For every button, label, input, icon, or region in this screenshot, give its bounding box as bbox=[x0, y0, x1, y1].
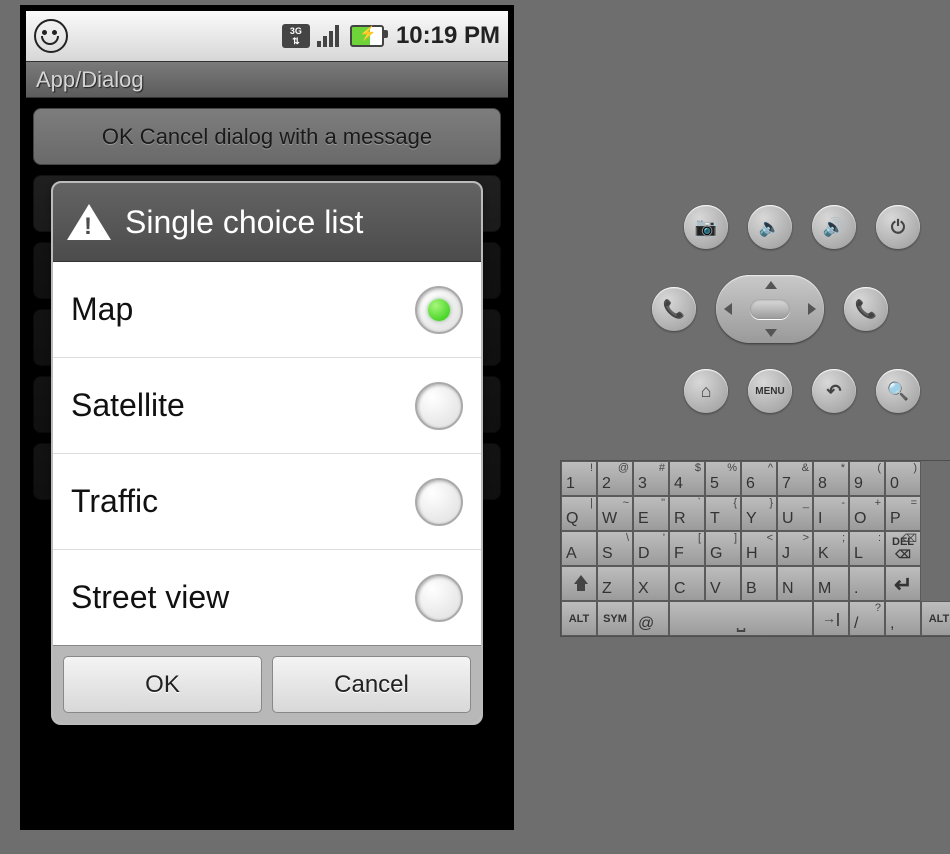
keyboard-key[interactable]: J> bbox=[777, 531, 813, 566]
end-call-button[interactable]: 📞 bbox=[844, 287, 888, 331]
back-button[interactable]: ↶ bbox=[812, 369, 856, 413]
dialog-option-list: Map Satellite Traffic Street view bbox=[53, 262, 481, 645]
keyboard-key[interactable]: L: bbox=[849, 531, 885, 566]
single-choice-dialog: Single choice list Map Satellite Traffic… bbox=[51, 181, 483, 725]
keyboard-key[interactable] bbox=[669, 601, 813, 636]
dialog-button-bar: OK Cancel bbox=[53, 645, 481, 723]
keyboard-key[interactable]: Y} bbox=[741, 496, 777, 531]
signal-icon bbox=[317, 25, 343, 47]
option-label: Satellite bbox=[71, 387, 185, 424]
volume-up-button[interactable]: 🔊 bbox=[812, 205, 856, 249]
keyboard-key[interactable]: ALT bbox=[561, 601, 597, 636]
activity-title: App/Dialog bbox=[26, 61, 508, 98]
emulator-control-cluster: 📷 🔈 🔊 ⏻ 📞 📞 ⌂ MENU ↶ 🔍 bbox=[620, 205, 920, 439]
keyboard-key[interactable]: 4$ bbox=[669, 461, 705, 496]
camera-button[interactable]: 📷 bbox=[684, 205, 728, 249]
network-3g-icon: 3G⇅ bbox=[282, 24, 310, 48]
keyboard-key[interactable]: S\ bbox=[597, 531, 633, 566]
keyboard-key[interactable]: A bbox=[561, 531, 597, 566]
dialog-option[interactable]: Traffic bbox=[53, 454, 481, 550]
keyboard-key[interactable]: E" bbox=[633, 496, 669, 531]
keyboard-key[interactable]: 2@ bbox=[597, 461, 633, 496]
keyboard-key[interactable]: O+ bbox=[849, 496, 885, 531]
keyboard-key[interactable]: N bbox=[777, 566, 813, 601]
home-button[interactable]: ⌂ bbox=[684, 369, 728, 413]
keyboard-key[interactable]: 3# bbox=[633, 461, 669, 496]
option-label: Street view bbox=[71, 579, 229, 616]
dialog-header: Single choice list bbox=[53, 183, 481, 262]
dpad-right[interactable] bbox=[808, 303, 816, 315]
keyboard-key[interactable]: . bbox=[849, 566, 885, 601]
keyboard-key[interactable]: @ bbox=[633, 601, 669, 636]
keyboard-key[interactable]: Z bbox=[597, 566, 633, 601]
keyboard-key[interactable]: 0) bbox=[885, 461, 921, 496]
radio-icon[interactable] bbox=[415, 382, 463, 430]
cancel-button[interactable]: Cancel bbox=[272, 656, 471, 713]
power-button[interactable]: ⏻ bbox=[876, 205, 920, 249]
radio-icon[interactable] bbox=[415, 574, 463, 622]
phone-screen: 3G⇅ 10:19 PM App/Dialog OK Cancel dialog… bbox=[26, 11, 508, 824]
volume-down-button[interactable]: 🔈 bbox=[748, 205, 792, 249]
dpad-down[interactable] bbox=[765, 329, 777, 337]
keyboard-key[interactable]: U_ bbox=[777, 496, 813, 531]
smiley-icon bbox=[34, 19, 68, 53]
menu-button[interactable]: MENU bbox=[748, 369, 792, 413]
keyboard-key[interactable]: SYM bbox=[597, 601, 633, 636]
keyboard-key[interactable]: I- bbox=[813, 496, 849, 531]
keyboard-key[interactable]: W~ bbox=[597, 496, 633, 531]
call-button[interactable]: 📞 bbox=[652, 287, 696, 331]
status-right: 3G⇅ 10:19 PM bbox=[282, 22, 500, 50]
keyboard-key[interactable]: K; bbox=[813, 531, 849, 566]
keyboard-key[interactable]: R` bbox=[669, 496, 705, 531]
status-bar: 3G⇅ 10:19 PM bbox=[26, 11, 508, 61]
keyboard-key[interactable] bbox=[885, 566, 921, 601]
keyboard-key[interactable]: F[ bbox=[669, 531, 705, 566]
keyboard-key[interactable] bbox=[561, 566, 597, 601]
keyboard-key[interactable]: D' bbox=[633, 531, 669, 566]
search-button[interactable]: 🔍 bbox=[876, 369, 920, 413]
option-label: Map bbox=[71, 291, 133, 328]
keyboard-key[interactable]: H< bbox=[741, 531, 777, 566]
keyboard-key[interactable]: /? bbox=[849, 601, 885, 636]
option-label: Traffic bbox=[71, 483, 158, 520]
keyboard-key[interactable]: 5% bbox=[705, 461, 741, 496]
battery-charging-icon bbox=[350, 25, 384, 47]
emulator-keyboard: 1!2@3#4$5%6^7&8*9(0) Q|W~E"R`T{Y}U_I-O+P=… bbox=[560, 460, 950, 637]
keyboard-key[interactable] bbox=[813, 601, 849, 636]
keyboard-key[interactable]: 1! bbox=[561, 461, 597, 496]
keyboard-key[interactable]: 6^ bbox=[741, 461, 777, 496]
keyboard-key[interactable]: V bbox=[705, 566, 741, 601]
keyboard-key[interactable]: T{ bbox=[705, 496, 741, 531]
dialog-option[interactable]: Map bbox=[53, 262, 481, 358]
dpad-left[interactable] bbox=[724, 303, 732, 315]
bg-button[interactable]: OK Cancel dialog with a message bbox=[33, 108, 501, 165]
dialog-title: Single choice list bbox=[125, 204, 363, 241]
keyboard-key[interactable]: X bbox=[633, 566, 669, 601]
dpad-up[interactable] bbox=[765, 281, 777, 289]
keyboard-key[interactable]: G] bbox=[705, 531, 741, 566]
keyboard-key[interactable]: C bbox=[669, 566, 705, 601]
keyboard-key[interactable]: B bbox=[741, 566, 777, 601]
keyboard-key[interactable]: ALT bbox=[921, 601, 950, 636]
keyboard-key[interactable]: M bbox=[813, 566, 849, 601]
keyboard-key[interactable]: 8* bbox=[813, 461, 849, 496]
keyboard-key[interactable]: , bbox=[885, 601, 921, 636]
alert-icon bbox=[67, 204, 111, 240]
dialog-option[interactable]: Street view bbox=[53, 550, 481, 645]
dpad-center-button[interactable] bbox=[750, 299, 790, 319]
radio-icon[interactable] bbox=[415, 478, 463, 526]
ok-button[interactable]: OK bbox=[63, 656, 262, 713]
keyboard-key[interactable]: DEL⌫⌫ bbox=[885, 531, 921, 566]
phone-frame: 3G⇅ 10:19 PM App/Dialog OK Cancel dialog… bbox=[20, 5, 514, 830]
radio-icon[interactable] bbox=[415, 286, 463, 334]
keyboard-key[interactable]: Q| bbox=[561, 496, 597, 531]
dialog-option[interactable]: Satellite bbox=[53, 358, 481, 454]
keyboard-key[interactable]: P= bbox=[885, 496, 921, 531]
dpad[interactable] bbox=[716, 275, 824, 343]
keyboard-key[interactable]: 9( bbox=[849, 461, 885, 496]
status-clock: 10:19 PM bbox=[396, 22, 500, 50]
keyboard-key[interactable]: 7& bbox=[777, 461, 813, 496]
